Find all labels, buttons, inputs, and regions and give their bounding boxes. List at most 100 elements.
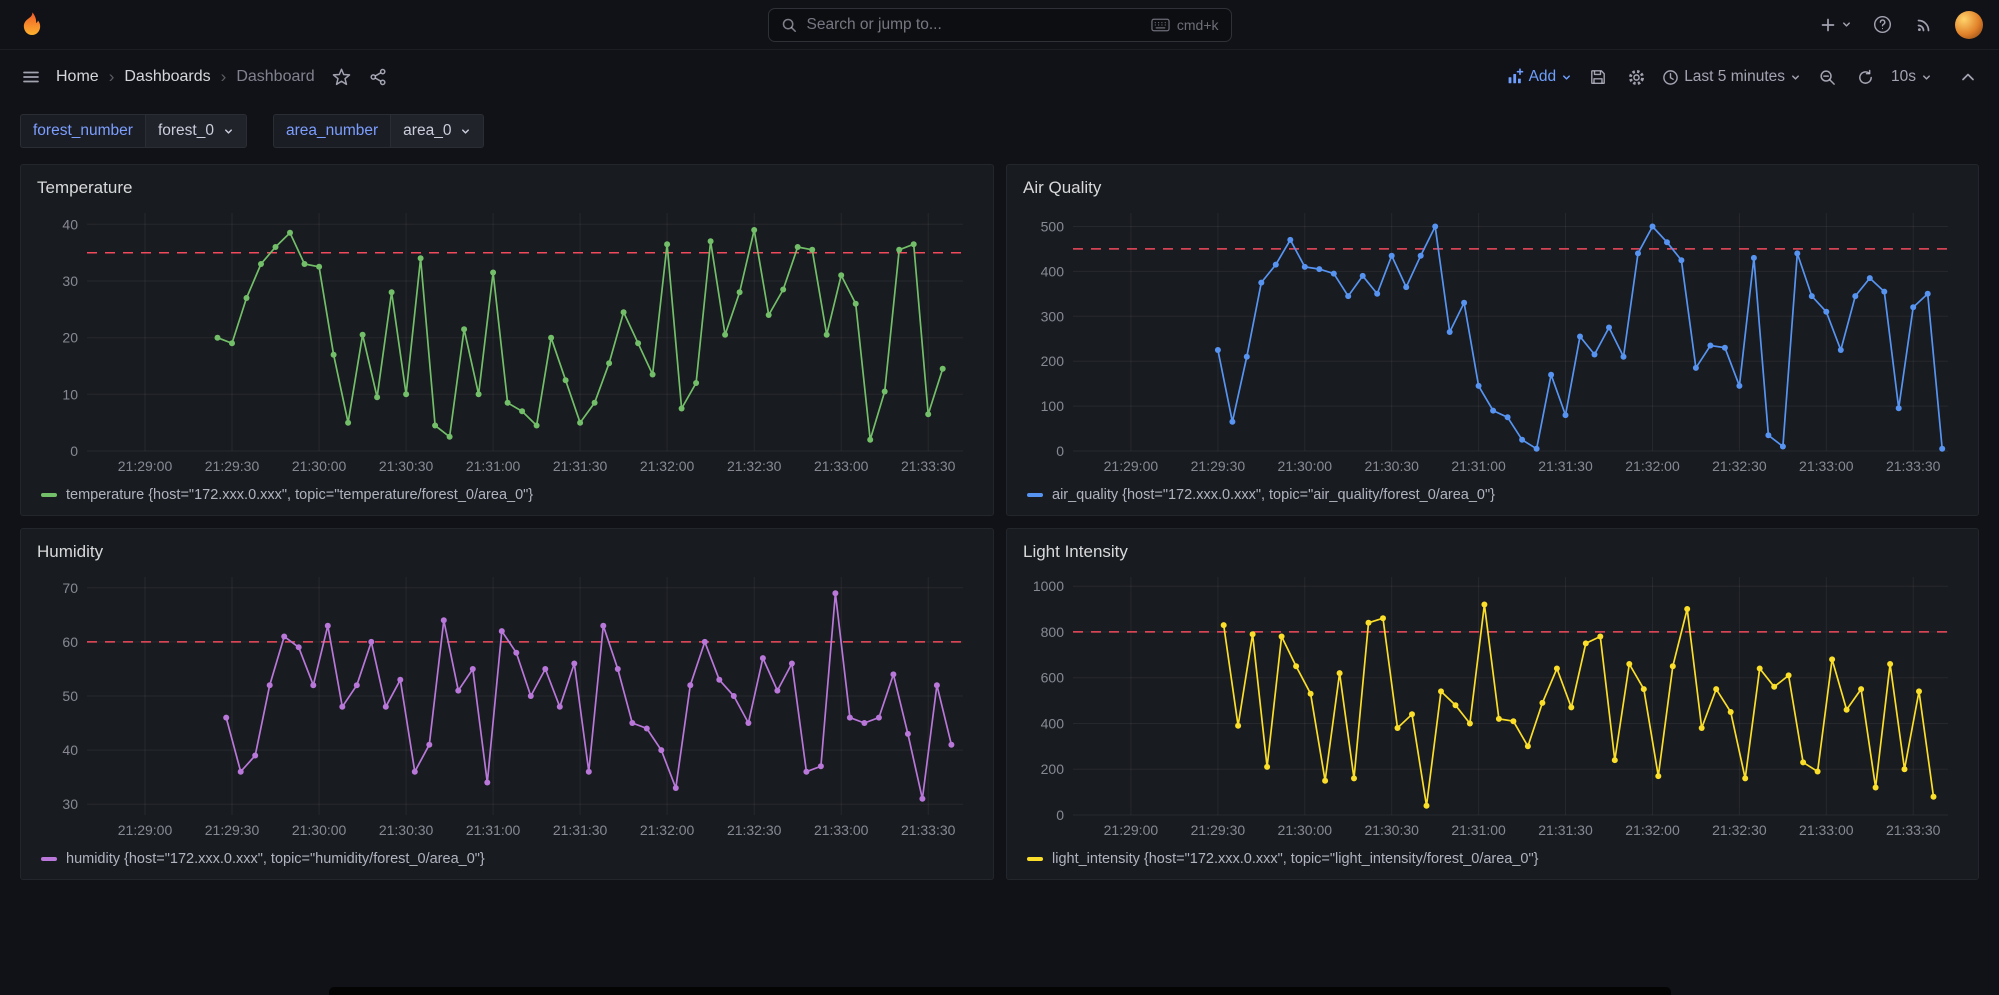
svg-text:21:33:30: 21:33:30 [1886, 458, 1941, 474]
panel-grid: Temperature 0 10 20 30 40 21:29:00 21:29:30 21:… [0, 158, 1999, 880]
panel-air-quality: Air Quality 0 100 200 300 400 500 21:29:00 21:2… [1006, 164, 1979, 516]
panel-title[interactable]: Humidity [35, 537, 979, 567]
refresh-button[interactable] [1848, 60, 1882, 94]
grafana-logo[interactable] [16, 9, 48, 41]
svg-text:21:29:00: 21:29:00 [118, 822, 173, 838]
help-button[interactable] [1865, 8, 1899, 42]
svg-text:21:29:00: 21:29:00 [1104, 458, 1159, 474]
svg-text:21:32:00: 21:32:00 [1625, 822, 1680, 838]
dashboard-toolbar: Home › Dashboards › Dashboard Add Last 5… [0, 50, 1999, 104]
chevron-down-icon [460, 126, 471, 137]
legend: temperature {host="172.xxx.0.xxx", topic… [35, 481, 979, 509]
svg-text:21:33:00: 21:33:00 [814, 458, 869, 474]
shortcut-hint: cmd+k [1151, 17, 1219, 33]
chevron-down-icon [1561, 72, 1572, 83]
legend-swatch [1027, 493, 1043, 497]
hamburger-icon [21, 67, 41, 87]
share-button[interactable] [361, 60, 395, 94]
legend-swatch [41, 857, 57, 861]
air-quality-chart[interactable]: 0 100 200 300 400 500 21:29:00 21:29:30 21:30:00… [1021, 203, 1964, 481]
search-input[interactable]: Search or jump to... cmd+k [767, 8, 1232, 42]
variable-area-number[interactable]: area_number area_0 [272, 114, 485, 148]
svg-text:100: 100 [1041, 398, 1065, 414]
breadcrumb-home[interactable]: Home [56, 68, 99, 86]
save-icon [1589, 68, 1607, 86]
breadcrumb-dashboards[interactable]: Dashboards [124, 68, 210, 86]
chart-svg: 30 40 50 60 70 21:29:00 21:29:30 21:30:00 21:30:… [62, 577, 963, 838]
svg-text:21:29:30: 21:29:30 [205, 822, 260, 838]
legend-swatch [1027, 857, 1043, 861]
svg-text:400: 400 [1041, 263, 1065, 279]
panel-title[interactable]: Temperature [35, 173, 979, 203]
user-avatar[interactable] [1955, 10, 1983, 39]
variable-label: area_number [272, 114, 391, 148]
humidity-chart[interactable]: 30 40 50 60 70 21:29:00 21:29:30 21:30:00 21:30:… [35, 567, 979, 845]
collapse-toolbar-button[interactable] [1951, 60, 1985, 94]
help-icon [1873, 15, 1892, 34]
svg-text:21:32:30: 21:32:30 [1712, 822, 1767, 838]
panel-title[interactable]: Air Quality [1021, 173, 1964, 203]
legend-label[interactable]: light_intensity {host="172.xxx.0.xxx", t… [1052, 851, 1539, 867]
zoom-out-icon [1819, 69, 1836, 86]
svg-text:21:33:00: 21:33:00 [1799, 822, 1854, 838]
new-menu-button[interactable] [1815, 8, 1857, 42]
panel-temperature: Temperature 0 10 20 30 40 21:29:00 21:29:30 21:… [20, 164, 994, 516]
add-panel-button[interactable]: Add [1501, 60, 1578, 94]
svg-text:40: 40 [62, 216, 78, 232]
chart-svg: 0 10 20 30 40 21:29:00 21:29:30 21:30:00 21:30:3… [62, 213, 963, 474]
legend: air_quality {host="172.xxx.0.xxx", topic… [1021, 481, 1964, 509]
dashboard-settings-button[interactable] [1619, 60, 1653, 94]
legend-label[interactable]: humidity {host="172.xxx.0.xxx", topic="h… [66, 851, 485, 867]
gear-icon [1627, 68, 1646, 87]
svg-text:1000: 1000 [1033, 578, 1064, 594]
svg-text:21:30:00: 21:30:00 [292, 458, 347, 474]
breadcrumb-current[interactable]: Dashboard [236, 68, 314, 86]
breadcrumb-separator: › [220, 67, 227, 86]
clock-icon [1662, 69, 1679, 86]
svg-text:21:31:30: 21:31:30 [1538, 458, 1593, 474]
variable-value-dropdown[interactable]: area_0 [390, 114, 485, 148]
svg-text:21:29:30: 21:29:30 [1191, 458, 1246, 474]
svg-text:200: 200 [1041, 761, 1065, 777]
temperature-chart[interactable]: 0 10 20 30 40 21:29:00 21:29:30 21:30:00 21:30:3… [35, 203, 979, 481]
time-range-picker[interactable]: Last 5 minutes [1657, 60, 1806, 94]
top-nav: Search or jump to... cmd+k [0, 0, 1999, 50]
legend-label[interactable]: temperature {host="172.xxx.0.xxx", topic… [66, 487, 533, 503]
refresh-interval-dropdown[interactable]: 10s [1886, 60, 1937, 94]
svg-text:0: 0 [1056, 443, 1064, 459]
svg-text:21:31:00: 21:31:00 [466, 822, 521, 838]
svg-text:21:32:00: 21:32:00 [640, 822, 695, 838]
panel-title[interactable]: Light Intensity [1021, 537, 1964, 567]
mega-menu-button[interactable] [14, 60, 48, 94]
zoom-out-time-button[interactable] [1810, 60, 1844, 94]
svg-text:70: 70 [62, 580, 78, 596]
search-icon [781, 17, 797, 33]
svg-text:21:30:30: 21:30:30 [1364, 458, 1419, 474]
svg-text:21:30:00: 21:30:00 [1278, 458, 1333, 474]
svg-text:21:29:00: 21:29:00 [1104, 822, 1159, 838]
shortcut-text: cmd+k [1176, 17, 1219, 33]
svg-text:300: 300 [1041, 308, 1065, 324]
svg-text:21:32:00: 21:32:00 [640, 458, 695, 474]
variable-value: forest_0 [157, 122, 214, 139]
share-icon [369, 68, 387, 86]
variable-forest-number[interactable]: forest_number forest_0 [20, 114, 247, 148]
chevron-down-icon [1841, 19, 1852, 30]
legend-label[interactable]: air_quality {host="172.xxx.0.xxx", topic… [1052, 487, 1495, 503]
svg-text:21:30:00: 21:30:00 [292, 822, 347, 838]
variable-value-dropdown[interactable]: forest_0 [144, 114, 247, 148]
svg-text:21:30:30: 21:30:30 [1364, 822, 1419, 838]
favorite-button[interactable] [325, 60, 359, 94]
news-button[interactable] [1907, 8, 1941, 42]
svg-text:10: 10 [62, 386, 78, 402]
light-intensity-chart[interactable]: 0 200 400 600 800 1000 21:29:00 21:29:30 21:30:0… [1021, 567, 1964, 845]
svg-text:21:32:30: 21:32:30 [727, 822, 782, 838]
svg-text:40: 40 [62, 742, 78, 758]
star-icon [332, 68, 351, 87]
svg-text:21:30:30: 21:30:30 [379, 458, 434, 474]
variable-value: area_0 [403, 122, 452, 139]
chevron-down-icon [1790, 72, 1801, 83]
search-placeholder: Search or jump to... [806, 16, 942, 33]
breadcrumb-separator: › [108, 67, 115, 86]
save-dashboard-button[interactable] [1581, 60, 1615, 94]
